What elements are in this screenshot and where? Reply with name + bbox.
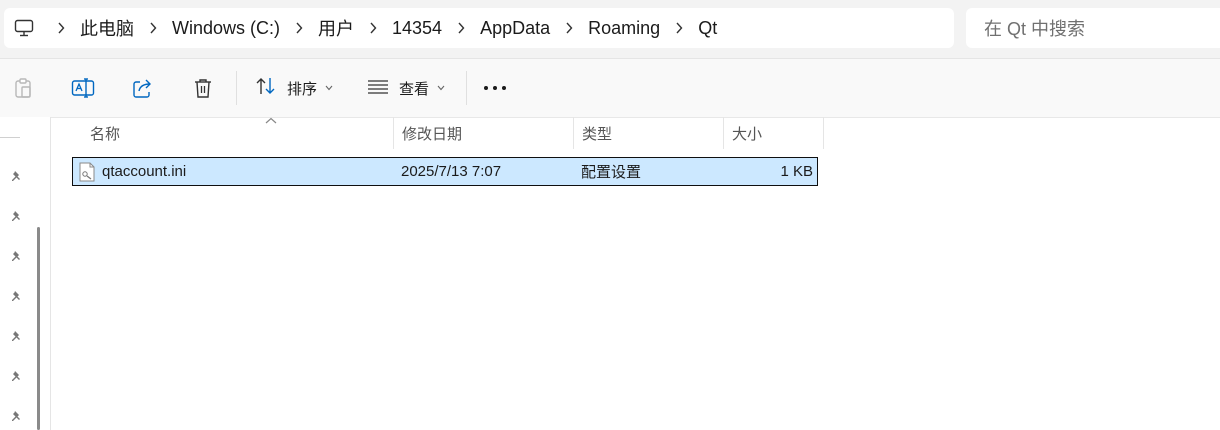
breadcrumb-roaming[interactable]: Roaming: [586, 18, 662, 39]
file-modified: 2025/7/13 7:07: [401, 163, 502, 180]
column-header-size-label: 大小: [732, 125, 763, 143]
view-label: 查看: [399, 80, 430, 98]
paste-icon[interactable]: [11, 76, 35, 100]
pin-icon[interactable]: [9, 329, 25, 345]
breadcrumb-users[interactable]: 用户: [316, 15, 356, 41]
sort-ascending-icon: [265, 117, 277, 124]
breadcrumb-chevron-icon[interactable]: [292, 22, 306, 34]
column-header-name[interactable]: 名称: [82, 117, 394, 149]
breadcrumb-chevron-icon[interactable]: [562, 22, 576, 34]
breadcrumb-chevron-icon[interactable]: [366, 22, 380, 34]
nav-divider: [0, 137, 20, 138]
toolbar-divider: [466, 71, 467, 105]
breadcrumb-drive-c[interactable]: Windows (C:): [170, 18, 282, 39]
pin-icon[interactable]: [9, 209, 25, 225]
ini-file-icon: [79, 162, 95, 182]
view-list-icon: [367, 78, 389, 98]
column-header-size[interactable]: 大小: [724, 117, 824, 149]
file-name[interactable]: qtaccount.ini: [102, 158, 186, 185]
breadcrumb-chevron-icon[interactable]: [146, 22, 160, 34]
pin-icon[interactable]: [9, 409, 25, 425]
file-size: 1 KB: [780, 163, 813, 180]
breadcrumb-chevron-icon[interactable]: [454, 22, 468, 34]
column-header-name-label: 名称: [90, 125, 121, 143]
share-icon[interactable]: [131, 76, 155, 100]
command-bar: 排序 查看: [0, 59, 1220, 118]
rename-icon[interactable]: [71, 76, 95, 100]
chevron-down-icon: [325, 85, 333, 91]
chevron-down-icon: [437, 85, 445, 91]
pin-icon[interactable]: [9, 289, 25, 305]
column-header-type-label: 类型: [582, 125, 613, 143]
column-header-modified[interactable]: 修改日期: [394, 117, 574, 149]
file-row-selected[interactable]: qtaccount.ini 2025/7/13 7:07 配置设置 1 KB: [72, 157, 818, 186]
breadcrumb-chevron-icon[interactable]: [672, 22, 686, 34]
column-header-type[interactable]: 类型: [574, 117, 724, 149]
breadcrumb-appdata[interactable]: AppData: [478, 18, 552, 39]
computer-icon[interactable]: [4, 8, 44, 48]
breadcrumb-qt[interactable]: Qt: [696, 18, 719, 39]
sort-icon: [255, 76, 277, 100]
breadcrumb-this-pc[interactable]: 此电脑: [78, 15, 136, 41]
navigation-pane[interactable]: [0, 117, 51, 430]
file-type: 配置设置: [581, 164, 642, 181]
column-header-row: 名称 修改日期 类型 大小: [50, 117, 1220, 149]
pin-icon[interactable]: [9, 169, 25, 185]
more-options-icon[interactable]: [483, 76, 507, 100]
pin-icon[interactable]: [9, 249, 25, 265]
sort-button[interactable]: 排序: [255, 73, 333, 103]
address-bar[interactable]: 此电脑 Windows (C:) 用户 14354 AppData Roamin…: [4, 8, 954, 48]
pin-icon[interactable]: [9, 369, 25, 385]
title-bar-area: 此电脑 Windows (C:) 用户 14354 AppData Roamin…: [0, 0, 1220, 59]
breadcrumb-user-folder[interactable]: 14354: [390, 18, 444, 39]
nav-scrollbar[interactable]: [37, 227, 40, 430]
toolbar-divider: [236, 71, 237, 105]
delete-icon[interactable]: [191, 76, 215, 100]
search-placeholder: 在 Qt 中搜索: [984, 19, 1086, 39]
breadcrumb-chevron-icon[interactable]: [54, 22, 68, 34]
column-header-modified-label: 修改日期: [402, 125, 463, 143]
sort-label: 排序: [287, 80, 318, 98]
search-input[interactable]: 在 Qt 中搜索: [966, 8, 1220, 48]
view-button[interactable]: 查看: [367, 73, 445, 103]
